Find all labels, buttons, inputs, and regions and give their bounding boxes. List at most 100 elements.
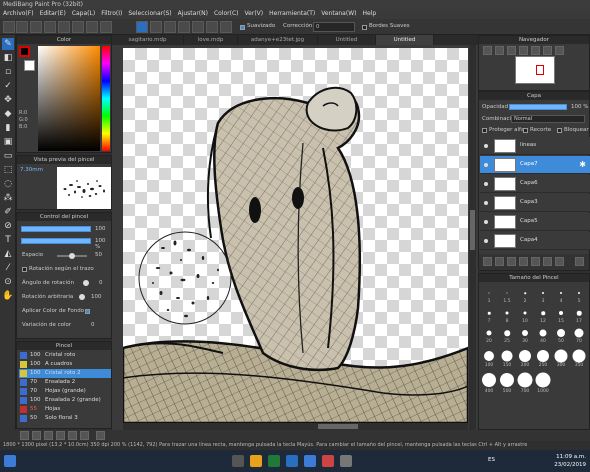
size-option[interactable]: 250 xyxy=(535,348,551,368)
duplicate-layer-icon[interactable] xyxy=(519,257,528,266)
menu-capa[interactable]: Capa(L) xyxy=(69,9,98,19)
word-icon[interactable] xyxy=(286,455,298,467)
size-option[interactable]: 500 xyxy=(499,372,515,394)
size-option[interactable]: 17 xyxy=(571,306,587,324)
rotate-left-icon[interactable] xyxy=(531,46,540,55)
rotation-angle-knob[interactable] xyxy=(83,280,89,286)
eraser-tool-icon[interactable]: ◧ xyxy=(2,52,14,64)
merge-layer-icon[interactable] xyxy=(531,257,540,266)
tab-adanye[interactable]: adanye+e23tet.jpg xyxy=(238,35,318,45)
layer-row-selected[interactable]: Capa7 ✱ xyxy=(480,156,590,174)
size-option[interactable]: 3 xyxy=(535,286,551,304)
menu-seleccionar[interactable]: Seleccionar(S) xyxy=(125,9,174,19)
fill-tool-icon[interactable]: ◆ xyxy=(2,108,14,120)
eye-icon[interactable] xyxy=(484,239,488,243)
actual-size-icon[interactable] xyxy=(519,46,528,55)
size-option[interactable]: 8 xyxy=(499,306,515,324)
layer-row[interactable]: Capa4 xyxy=(480,232,590,250)
menu-ventana[interactable]: Ventana(W) xyxy=(318,9,359,19)
fit-icon[interactable] xyxy=(507,46,516,55)
menu-archivo[interactable]: Archivo(F) xyxy=(0,9,37,19)
primary-color-swatch[interactable] xyxy=(19,46,30,57)
size-option[interactable]: 350 xyxy=(571,348,587,368)
brush-mode-7-icon[interactable] xyxy=(86,21,98,33)
layer-up-icon[interactable] xyxy=(543,257,552,266)
vertical-scroll-thumb[interactable] xyxy=(470,210,475,250)
system-clock[interactable]: 11:09 a.m. 23/02/2019 xyxy=(554,453,586,469)
size-option[interactable]: 200 xyxy=(517,348,533,368)
settings-brush-icon[interactable] xyxy=(68,431,77,440)
layer-row[interactable]: Capa5 xyxy=(480,213,590,231)
dot-tool-icon[interactable]: ▫ xyxy=(2,66,14,78)
size-option[interactable]: 40 xyxy=(535,326,551,344)
hand-tool-icon[interactable]: ✋ xyxy=(2,290,14,302)
size-option[interactable]: 5 xyxy=(571,286,587,304)
brush-mode-4-icon[interactable] xyxy=(44,21,56,33)
store-icon[interactable] xyxy=(304,455,316,467)
selection-mode-icon[interactable] xyxy=(136,21,148,33)
saturation-value-picker[interactable] xyxy=(38,46,100,151)
size-option[interactable]: 25 xyxy=(499,326,515,344)
eyedropper-icon[interactable]: ⁄ xyxy=(2,262,14,274)
eye-icon[interactable] xyxy=(484,163,488,167)
size-option[interactable]: 400 xyxy=(481,372,497,394)
delete-layer-icon[interactable] xyxy=(575,257,584,266)
selection-mode-7-icon[interactable] xyxy=(220,21,232,33)
size-option[interactable]: 30 xyxy=(517,326,533,344)
apply-bg-checkbox[interactable] xyxy=(85,309,90,314)
chrome-icon[interactable] xyxy=(268,455,280,467)
explorer-icon[interactable] xyxy=(250,455,262,467)
select-eraser-icon[interactable]: ⊘ xyxy=(2,220,14,232)
brush-mode-5-icon[interactable] xyxy=(58,21,70,33)
menu-color[interactable]: Color(C) xyxy=(211,9,242,19)
menu-herramienta[interactable]: Herramienta(T) xyxy=(266,9,318,19)
brush-item[interactable]: 100 A cuadros xyxy=(19,360,111,369)
eye-icon[interactable] xyxy=(484,201,488,205)
brush-item[interactable]: 70 Ensalada 2 xyxy=(19,378,111,387)
text-tool-icon[interactable]: T xyxy=(2,234,14,246)
brush-mode-6-icon[interactable] xyxy=(72,21,84,33)
size-option[interactable]: 300 xyxy=(553,348,569,368)
zoom-out-icon[interactable] xyxy=(495,46,504,55)
eye-icon[interactable] xyxy=(484,144,488,148)
pen-tool-icon[interactable]: ✓ xyxy=(2,80,14,92)
layer-down-icon[interactable] xyxy=(555,257,564,266)
menu-ajustar[interactable]: Ajustar(N) xyxy=(175,9,211,19)
language-indicator[interactable]: ES xyxy=(488,457,495,463)
new-layer-icon[interactable] xyxy=(483,257,492,266)
tab-untitled-2[interactable]: Untitled xyxy=(376,35,434,45)
size-option[interactable]: 2 xyxy=(517,286,533,304)
windows-start-icon[interactable] xyxy=(4,455,16,467)
layer-opacity-slider[interactable] xyxy=(509,104,567,110)
brush-opacity-slider[interactable] xyxy=(21,238,91,244)
delete-brush-icon[interactable] xyxy=(96,431,105,440)
selection-mode-6-icon[interactable] xyxy=(206,21,218,33)
navigator-thumbnail[interactable] xyxy=(515,56,555,84)
brush-size-slider[interactable] xyxy=(21,226,91,232)
hue-slider[interactable] xyxy=(102,46,110,151)
new-halftone-layer-icon[interactable] xyxy=(495,257,504,266)
clipping-checkbox[interactable] xyxy=(523,128,528,133)
brush-item[interactable]: 100 Cristal roto xyxy=(19,351,111,360)
selection-mode-3-icon[interactable] xyxy=(164,21,176,33)
size-option[interactable]: 20 xyxy=(481,326,497,344)
blend-mode-select[interactable]: Normal xyxy=(511,115,585,123)
size-option[interactable]: 50 xyxy=(553,326,569,344)
brush-item-selected[interactable]: 100 Cristal roto 2 xyxy=(19,369,111,378)
add-brush-icon[interactable] xyxy=(20,431,29,440)
folder-brush-icon[interactable] xyxy=(44,431,53,440)
brush-item[interactable]: 55 Hojas xyxy=(19,405,111,414)
bucket-tool-icon[interactable]: ▣ xyxy=(2,136,14,148)
layer-row[interactable]: Capa3 xyxy=(480,194,590,212)
copy-brush-icon[interactable] xyxy=(32,431,41,440)
size-option[interactable]: 1 xyxy=(481,286,497,304)
eye-icon[interactable] xyxy=(484,220,488,224)
flip-icon[interactable] xyxy=(555,46,564,55)
gear-icon[interactable]: ✱ xyxy=(579,160,586,169)
app-icon[interactable] xyxy=(340,455,352,467)
menu-ver[interactable]: Ver(V) xyxy=(242,9,267,19)
brush-mode-3-icon[interactable] xyxy=(30,21,42,33)
brush-item[interactable]: 50 Solo floral 3 xyxy=(19,414,111,423)
selection-mode-5-icon[interactable] xyxy=(192,21,204,33)
navigator-view-rect[interactable] xyxy=(536,65,544,75)
